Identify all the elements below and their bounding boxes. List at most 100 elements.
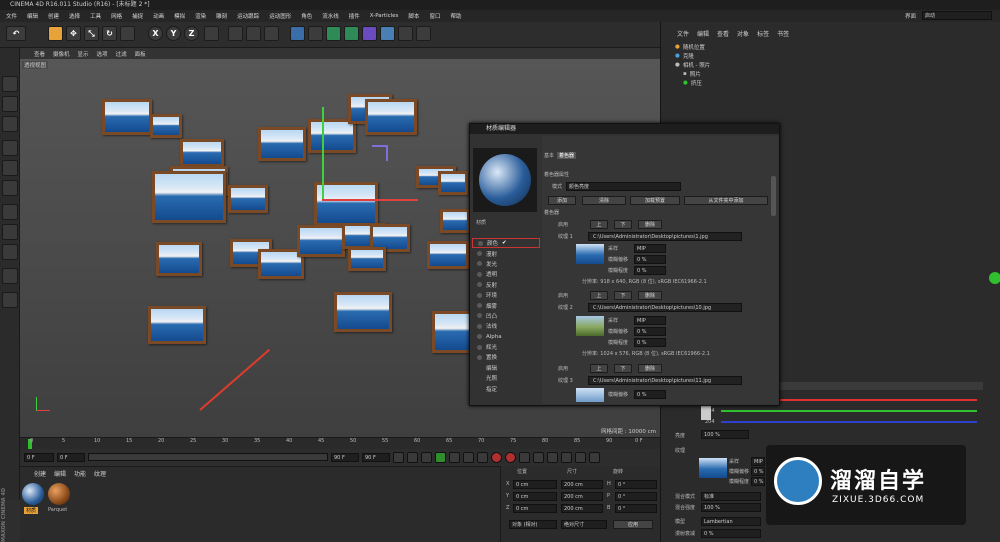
grid-icon[interactable] — [2, 292, 18, 308]
menu-item[interactable]: 捕捉 — [132, 12, 143, 20]
preview-end-field[interactable]: 90 F — [362, 452, 390, 462]
photo-frame[interactable] — [150, 114, 182, 138]
photo-frame[interactable] — [365, 99, 417, 135]
photo-frame[interactable] — [228, 185, 268, 213]
select-tool-icon[interactable] — [48, 26, 63, 41]
photo-frame[interactable] — [438, 171, 468, 195]
next-frame-icon[interactable] — [449, 451, 460, 463]
apply-button[interactable]: 应用 — [613, 520, 653, 529]
blue-slider[interactable] — [721, 421, 977, 423]
viewport-menu-item[interactable]: 过滤 — [116, 50, 127, 58]
object-row[interactable]: ● 随机位置 — [661, 42, 1000, 51]
scale-key-icon[interactable] — [561, 451, 572, 463]
next-key-icon[interactable] — [463, 451, 474, 463]
y-axis-button[interactable]: Y — [166, 26, 181, 41]
menu-item[interactable]: 运动跟踪 — [237, 12, 259, 20]
position-z-field[interactable]: 0 cm — [513, 504, 557, 513]
texture-thumbnail[interactable] — [576, 388, 604, 402]
play-icon[interactable] — [435, 451, 446, 463]
position-key-icon[interactable] — [533, 451, 544, 463]
menu-item[interactable]: 角色 — [301, 12, 312, 20]
layer-down-button[interactable]: 下 — [614, 220, 632, 229]
blur-offset-field[interactable]: 0 % — [634, 390, 666, 399]
menu-item[interactable]: 选择 — [69, 12, 80, 20]
photo-frame[interactable] — [180, 139, 224, 167]
object-row[interactable]: ● 挤压 — [661, 78, 1000, 87]
texture-path-field[interactable]: C:\Users\Administrator\Desktop\pictures\… — [588, 303, 742, 312]
texture-mode-icon[interactable] — [2, 96, 18, 112]
brightness-field[interactable]: 100 % — [701, 430, 749, 439]
photo-frame[interactable] — [348, 247, 386, 271]
light-icon[interactable] — [416, 26, 431, 41]
param-key-icon[interactable] — [575, 451, 586, 463]
green-slider[interactable] — [721, 410, 977, 412]
rotation-key-icon[interactable] — [547, 451, 558, 463]
channel-alpha[interactable]: Alpha — [472, 332, 540, 342]
object-menu-item[interactable]: 标签 — [757, 29, 769, 38]
channel-reflectance[interactable]: 反射 — [472, 280, 540, 290]
magnet-icon[interactable] — [2, 268, 18, 284]
photo-frame[interactable] — [432, 311, 472, 353]
add-button[interactable]: 添加 — [548, 196, 576, 205]
blur-scale-field[interactable]: 0 % — [751, 477, 765, 486]
go-end-icon[interactable] — [477, 451, 488, 463]
object-menu-item[interactable]: 编辑 — [697, 29, 709, 38]
menu-item[interactable]: 脚本 — [408, 12, 419, 20]
prev-key-icon[interactable] — [407, 451, 418, 463]
layer-delete-button[interactable]: 删除 — [638, 220, 662, 229]
array-icon[interactable] — [344, 26, 359, 41]
layer-delete-button[interactable]: 删除 — [638, 364, 662, 373]
cube-icon[interactable] — [290, 26, 305, 41]
pla-key-icon[interactable] — [589, 451, 600, 463]
menu-item[interactable]: 窗口 — [429, 12, 440, 20]
channel-fog[interactable]: 烟雾 — [472, 300, 540, 310]
rotate-tool-icon[interactable]: ↻ — [102, 26, 117, 41]
material-menu-item[interactable]: 纹理 — [94, 469, 106, 478]
layer-down-button[interactable]: 下 — [614, 364, 632, 373]
channel-luminance[interactable]: 发光 — [472, 259, 540, 269]
tab-basic[interactable]: 基本 — [544, 152, 554, 159]
layer-up-button[interactable]: 上 — [590, 291, 608, 300]
sample-select[interactable]: MIP — [751, 457, 765, 466]
workplane-icon[interactable] — [2, 116, 18, 132]
tab-shader[interactable]: 着色器 — [557, 152, 577, 159]
material-swatch[interactable] — [48, 483, 70, 505]
layer-up-button[interactable]: 上 — [590, 220, 608, 229]
blur-offset-field[interactable]: 0 % — [751, 467, 765, 476]
sample-select[interactable]: MIP — [634, 316, 666, 325]
channel-editor[interactable]: 编辑 — [472, 363, 540, 373]
viewport-menu-item[interactable]: 显示 — [78, 50, 89, 58]
rotation-h-field[interactable]: 0 ° — [615, 480, 657, 489]
menu-item[interactable]: 运动图形 — [269, 12, 291, 20]
channel-bump[interactable]: 凹凸 — [472, 311, 540, 321]
tweak-icon[interactable] — [2, 224, 18, 240]
menu-item[interactable]: 流水线 — [322, 12, 339, 20]
viewport-menu-item[interactable]: 面板 — [135, 50, 146, 58]
render-picture-icon[interactable] — [246, 26, 261, 41]
viewport-menu-item[interactable]: 选项 — [97, 50, 108, 58]
model-mode-icon[interactable] — [2, 76, 18, 92]
menu-item[interactable]: 工具 — [90, 12, 101, 20]
object-row[interactable]: ● 相机 - 照片 — [661, 60, 1000, 69]
texture-thumbnail[interactable] — [576, 316, 604, 336]
photo-frame[interactable] — [334, 292, 392, 332]
menu-item[interactable]: 模拟 — [174, 12, 185, 20]
scale-tool-icon[interactable]: ⤡ — [84, 26, 99, 41]
object-row[interactable]: ● 克隆 — [661, 51, 1000, 60]
y-axis-gizmo[interactable] — [322, 107, 324, 199]
undo-button[interactable]: ↶ — [6, 26, 26, 41]
mix-mode-select[interactable]: 标准 — [701, 492, 761, 501]
object-menu-item[interactable]: 书签 — [777, 29, 789, 38]
channel-glow[interactable]: 辉光 — [472, 342, 540, 352]
size-mode-select[interactable]: 绝对尺寸 — [561, 520, 607, 529]
material-name[interactable]: 材质 — [24, 507, 39, 514]
object-name[interactable]: 克隆 — [683, 52, 694, 60]
photo-frame[interactable] — [297, 225, 345, 257]
coord-mode-select[interactable]: 对象 (相对) — [509, 520, 557, 529]
material-menu-item[interactable]: 创建 — [34, 469, 46, 478]
object-menu-item[interactable]: 查看 — [717, 29, 729, 38]
snap-icon[interactable] — [2, 244, 18, 260]
material-name[interactable]: Parquet — [48, 507, 67, 513]
record-icon[interactable] — [491, 451, 502, 463]
texture-thumbnail[interactable] — [699, 458, 727, 478]
